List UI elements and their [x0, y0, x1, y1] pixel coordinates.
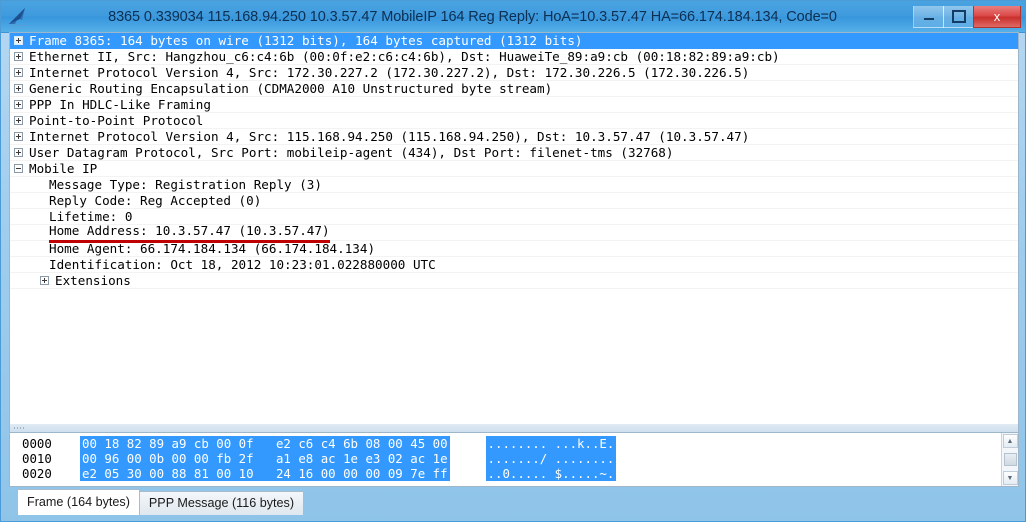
tree-row-label: Internet Protocol Version 4, Src: 172.30… [29, 64, 750, 80]
tab-frame[interactable]: Frame (164 bytes) [17, 489, 140, 515]
tree-row-label: Mobile IP [29, 160, 98, 176]
tree-row-message-type[interactable]: Message Type: Registration Reply (3) [10, 177, 1018, 193]
collapse-icon[interactable] [14, 164, 23, 173]
hex-bytes[interactable]: 00 18 82 89 a9 cb 00 0f e2 c6 c4 6b 08 0… [80, 436, 450, 452]
expand-icon[interactable] [40, 276, 49, 285]
maximize-button[interactable] [943, 5, 974, 28]
maximize-icon [951, 9, 966, 23]
tree-row-gre[interactable]: Generic Routing Encapsulation (CDMA2000 … [10, 81, 1018, 97]
tree-row-label: Home Address: 10.3.57.47 (10.3.57.47) [49, 223, 330, 243]
pane-splitter[interactable] [9, 424, 1019, 433]
expand-icon[interactable] [14, 52, 23, 61]
tree-row-label: Identification: Oct 18, 2012 10:23:01.02… [49, 256, 436, 272]
hex-line: 0000 00 18 82 89 a9 cb 00 0f e2 c6 c4 6b … [22, 436, 1001, 452]
window-controls: x [913, 5, 1021, 28]
tree-row-udp[interactable]: User Datagram Protocol, Src Port: mobile… [10, 145, 1018, 161]
tree-row-ipv4-outer[interactable]: Internet Protocol Version 4, Src: 172.30… [10, 65, 1018, 81]
minimize-icon [923, 18, 934, 20]
hex-ascii[interactable]: ......./ ........ [485, 451, 617, 467]
hex-scrollbar[interactable]: ▲ ▼ [1001, 433, 1018, 486]
tree-row-label: PPP In HDLC-Like Framing [29, 96, 211, 112]
tree-row-extensions[interactable]: Extensions [10, 273, 1018, 289]
tree-row-label: User Datagram Protocol, Src Port: mobile… [29, 144, 674, 160]
expand-icon[interactable] [14, 132, 23, 141]
hex-ascii[interactable]: ........ ...k..E. [485, 436, 617, 452]
close-button[interactable]: x [973, 5, 1021, 28]
minimize-button[interactable] [913, 5, 944, 28]
title-bar[interactable]: 8365 0.339034 115.168.94.250 10.3.57.47 … [1, 1, 1025, 33]
tree-row-mobile-ip[interactable]: Mobile IP [10, 161, 1018, 177]
hex-offset: 0000 [22, 436, 52, 452]
expand-icon[interactable] [14, 68, 23, 77]
tree-row-label: Point-to-Point Protocol [29, 112, 204, 128]
hex-line: 0010 00 96 00 0b 00 00 fb 2f a1 e8 ac 1e … [22, 451, 1001, 467]
expand-icon[interactable] [14, 100, 23, 109]
packet-detail-tree[interactable]: Frame 8365: 164 bytes on wire (1312 bits… [9, 32, 1019, 425]
tree-row-label: Internet Protocol Version 4, Src: 115.16… [29, 128, 750, 144]
byte-view-tabs[interactable]: Frame (164 bytes) PPP Message (116 bytes) [9, 487, 1019, 515]
tree-row-label: Frame 8365: 164 bytes on wire (1312 bits… [29, 32, 583, 48]
client-area: Frame 8365: 164 bytes on wire (1312 bits… [9, 32, 1019, 515]
wireshark-shark-fin-icon [7, 3, 37, 31]
tree-row-ppp[interactable]: Point-to-Point Protocol [10, 113, 1018, 129]
hex-bytes[interactable]: e2 05 30 00 88 81 00 10 24 16 00 00 00 0… [80, 466, 450, 482]
packet-bytes-pane[interactable]: 0000 00 18 82 89 a9 cb 00 0f e2 c6 c4 6b … [9, 432, 1019, 487]
tree-row-label: Reply Code: Reg Accepted (0) [49, 192, 262, 208]
expand-icon[interactable] [14, 84, 23, 93]
hex-dump[interactable]: 0000 00 18 82 89 a9 cb 00 0f e2 c6 c4 6b … [10, 433, 1001, 486]
hex-line: 0020 e2 05 30 00 88 81 00 10 24 16 00 00 … [22, 466, 1001, 482]
expand-icon[interactable] [14, 148, 23, 157]
scroll-down-icon[interactable]: ▼ [1002, 471, 1018, 485]
tree-row-label: Extensions [55, 272, 131, 288]
scroll-up-icon[interactable]: ▲ [1002, 434, 1018, 449]
tree-row-ethernet[interactable]: Ethernet II, Src: Hangzhou_c6:c4:6b (00:… [10, 49, 1018, 65]
hex-ascii[interactable]: ..0..... $.....~. [485, 466, 617, 482]
tree-row-home-address[interactable]: Home Address: 10.3.57.47 (10.3.57.47) [10, 223, 1018, 243]
tree-row-identification[interactable]: Identification: Oct 18, 2012 10:23:01.02… [10, 257, 1018, 273]
tree-row-ipv4-inner[interactable]: Internet Protocol Version 4, Src: 115.16… [10, 129, 1018, 145]
tree-row-label: Ethernet II, Src: Hangzhou_c6:c4:6b (00:… [29, 48, 780, 64]
close-icon: x [993, 8, 1001, 24]
tree-row-reply-code[interactable]: Reply Code: Reg Accepted (0) [10, 193, 1018, 209]
tree-row-home-agent[interactable]: Home Agent: 66.174.184.134 (66.174.184.1… [10, 241, 1018, 257]
hex-offset: 0020 [22, 466, 52, 482]
tree-row-label: Home Agent: 66.174.184.134 (66.174.184.1… [49, 240, 376, 256]
packet-detail-window: 8365 0.339034 115.168.94.250 10.3.57.47 … [0, 0, 1026, 522]
tree-row-label: Message Type: Registration Reply (3) [49, 176, 322, 192]
tree-row-frame[interactable]: Frame 8365: 164 bytes on wire (1312 bits… [10, 33, 1018, 49]
hex-bytes[interactable]: 00 96 00 0b 00 00 fb 2f a1 e8 ac 1e e3 0… [80, 451, 450, 467]
tree-row-label: Generic Routing Encapsulation (CDMA2000 … [29, 80, 553, 96]
window-title: 8365 0.339034 115.168.94.250 10.3.57.47 … [108, 8, 837, 25]
expand-icon[interactable] [14, 36, 23, 45]
scrollbar-thumb[interactable] [1003, 453, 1017, 467]
tab-ppp-message[interactable]: PPP Message (116 bytes) [138, 491, 305, 515]
hex-offset: 0010 [22, 451, 52, 467]
expand-icon[interactable] [14, 116, 23, 125]
tree-row-ppp-hdlc[interactable]: PPP In HDLC-Like Framing [10, 97, 1018, 113]
